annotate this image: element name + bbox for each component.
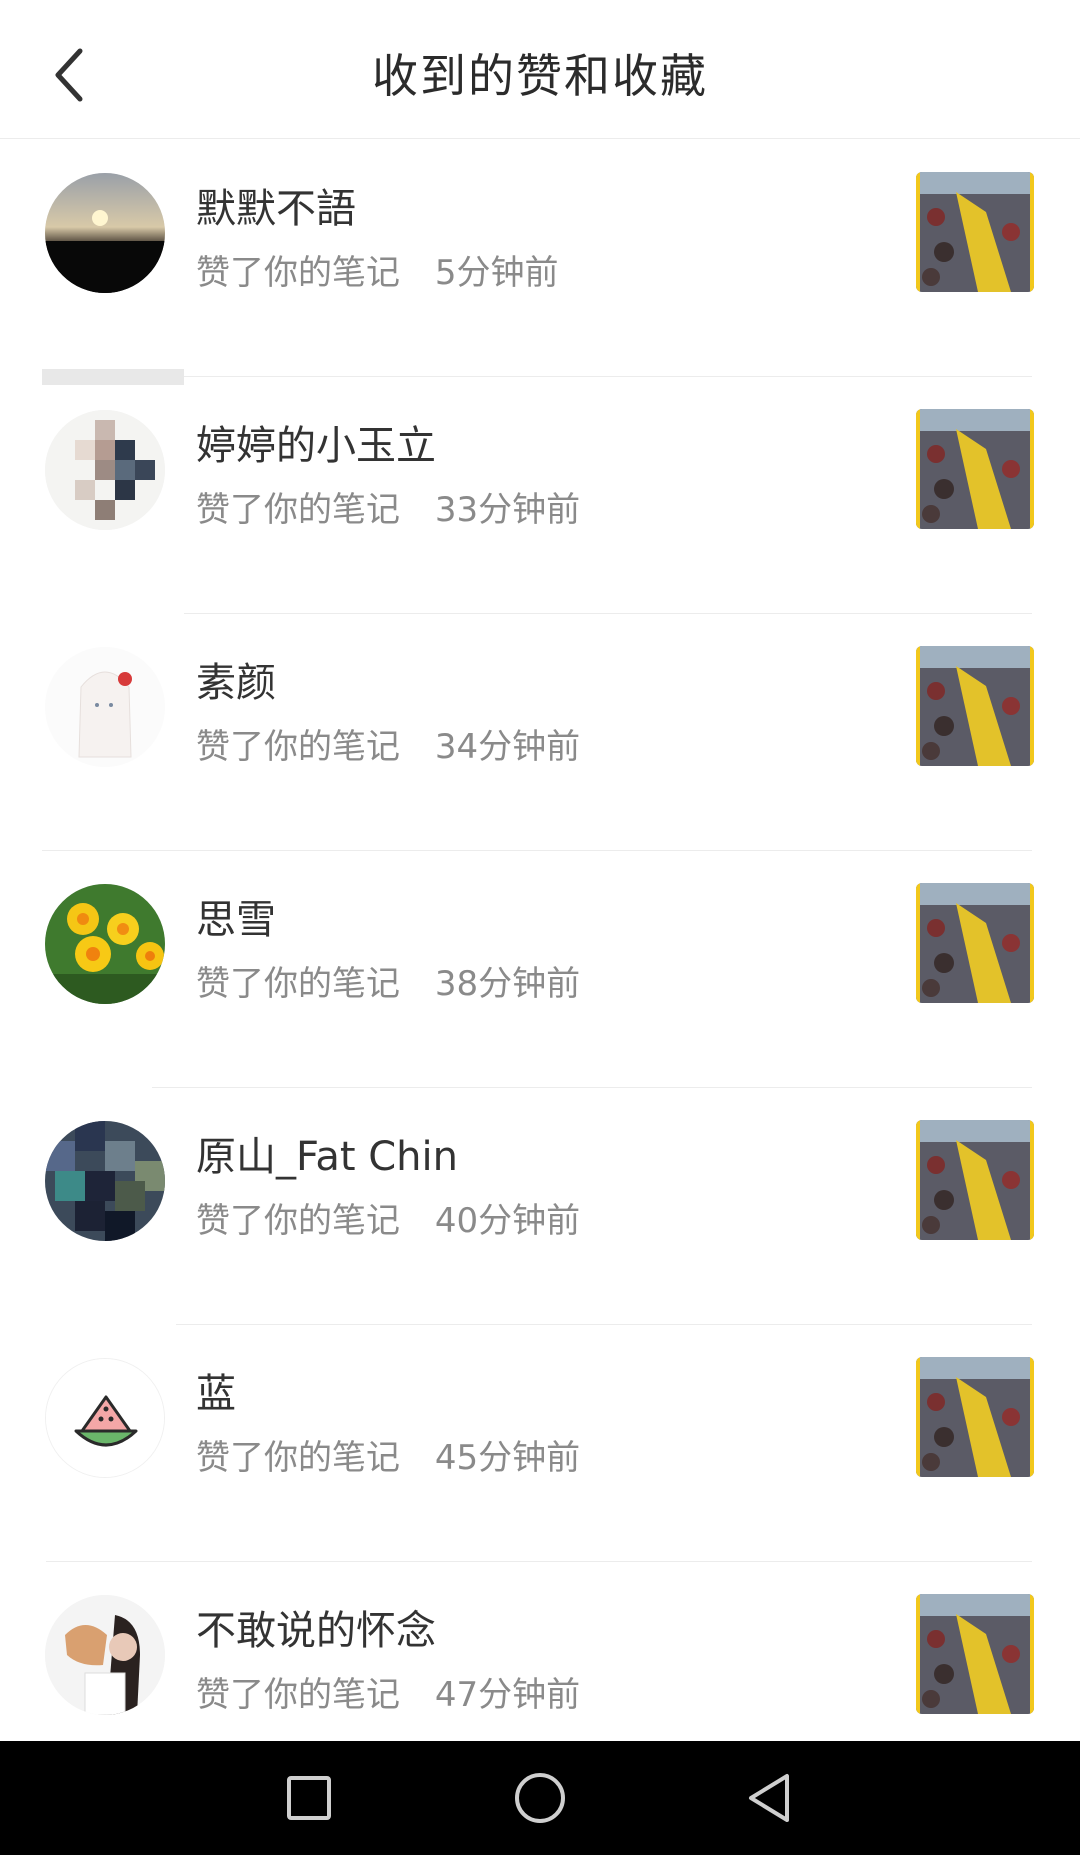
notification-list: 默默不語 赞了你的笔记 5分钟前 婷婷的小玉立 赞了你的笔记 33分钟前 素颜 …: [0, 140, 1080, 1799]
timestamp: 38分钟前: [434, 964, 581, 1004]
avatar[interactable]: [45, 1121, 165, 1241]
note-thumbnail[interactable]: [916, 172, 1034, 292]
recents-button[interactable]: [279, 1768, 339, 1828]
timestamp: 45分钟前: [434, 1438, 581, 1478]
notification-meta: 赞了你的笔记 5分钟前: [196, 245, 558, 294]
avatar[interactable]: [45, 1358, 165, 1478]
action-text: 赞了你的笔记: [196, 727, 400, 767]
notification-meta: 赞了你的笔记 40分钟前: [196, 1193, 580, 1242]
user-name[interactable]: 原山_Fat Chin: [196, 1124, 458, 1182]
system-back-button[interactable]: [739, 1768, 799, 1828]
home-button[interactable]: [510, 1768, 570, 1828]
list-item[interactable]: 素颜 赞了你的笔记 34分钟前: [0, 614, 1080, 851]
circle-icon: [515, 1773, 565, 1823]
note-thumbnail[interactable]: [916, 409, 1034, 529]
action-text: 赞了你的笔记: [196, 490, 400, 530]
user-name[interactable]: 蓝: [196, 1361, 236, 1419]
list-item[interactable]: 原山_Fat Chin 赞了你的笔记 40分钟前: [0, 1088, 1080, 1325]
timestamp: 33分钟前: [434, 490, 581, 530]
timestamp: 40分钟前: [434, 1201, 581, 1241]
note-thumbnail[interactable]: [916, 1357, 1034, 1477]
notification-meta: 赞了你的笔记 33分钟前: [196, 482, 580, 531]
avatar[interactable]: [45, 1595, 165, 1715]
timestamp: 34分钟前: [434, 727, 581, 767]
note-thumbnail[interactable]: [916, 1594, 1034, 1714]
avatar[interactable]: [45, 173, 165, 293]
triangle-back-icon: [749, 1774, 789, 1822]
notification-meta: 赞了你的笔记 34分钟前: [196, 719, 580, 768]
avatar[interactable]: [45, 410, 165, 530]
avatar[interactable]: [45, 647, 165, 767]
user-name[interactable]: 默默不語: [196, 176, 356, 234]
timestamp: 5分钟前: [434, 253, 559, 293]
timestamp: 47分钟前: [434, 1675, 581, 1715]
action-text: 赞了你的笔记: [196, 964, 400, 1004]
action-text: 赞了你的笔记: [196, 1438, 400, 1478]
user-name[interactable]: 不敢说的怀念: [196, 1598, 436, 1656]
action-text: 赞了你的笔记: [196, 1675, 400, 1715]
list-item[interactable]: 思雪 赞了你的笔记 38分钟前: [0, 851, 1080, 1088]
list-item[interactable]: 默默不語 赞了你的笔记 5分钟前: [0, 140, 1080, 385]
user-name[interactable]: 思雪: [196, 887, 276, 945]
note-thumbnail[interactable]: [916, 883, 1034, 1003]
header: 收到的赞和收藏: [0, 0, 1080, 139]
user-name[interactable]: 素颜: [196, 650, 276, 708]
list-item[interactable]: 婷婷的小玉立 赞了你的笔记 33分钟前: [0, 377, 1080, 614]
notification-meta: 赞了你的笔记 38分钟前: [196, 956, 580, 1005]
user-name[interactable]: 婷婷的小玉立: [196, 413, 436, 471]
note-thumbnail[interactable]: [916, 1120, 1034, 1240]
note-thumbnail[interactable]: [916, 646, 1034, 766]
system-nav-bar: [0, 1741, 1080, 1855]
square-icon: [287, 1776, 331, 1820]
notification-meta: 赞了你的笔记 45分钟前: [196, 1430, 580, 1479]
notification-meta: 赞了你的笔记 47分钟前: [196, 1667, 580, 1716]
action-text: 赞了你的笔记: [196, 253, 400, 293]
page-title: 收到的赞和收藏: [372, 49, 708, 103]
avatar[interactable]: [45, 884, 165, 1004]
list-item[interactable]: 蓝 赞了你的笔记 45分钟前: [0, 1325, 1080, 1562]
action-text: 赞了你的笔记: [196, 1201, 400, 1241]
app-root: 收到的赞和收藏 默默不語 赞了你的笔记 5分钟前 婷婷的小玉立 赞了你的笔记 3…: [0, 0, 1080, 1855]
